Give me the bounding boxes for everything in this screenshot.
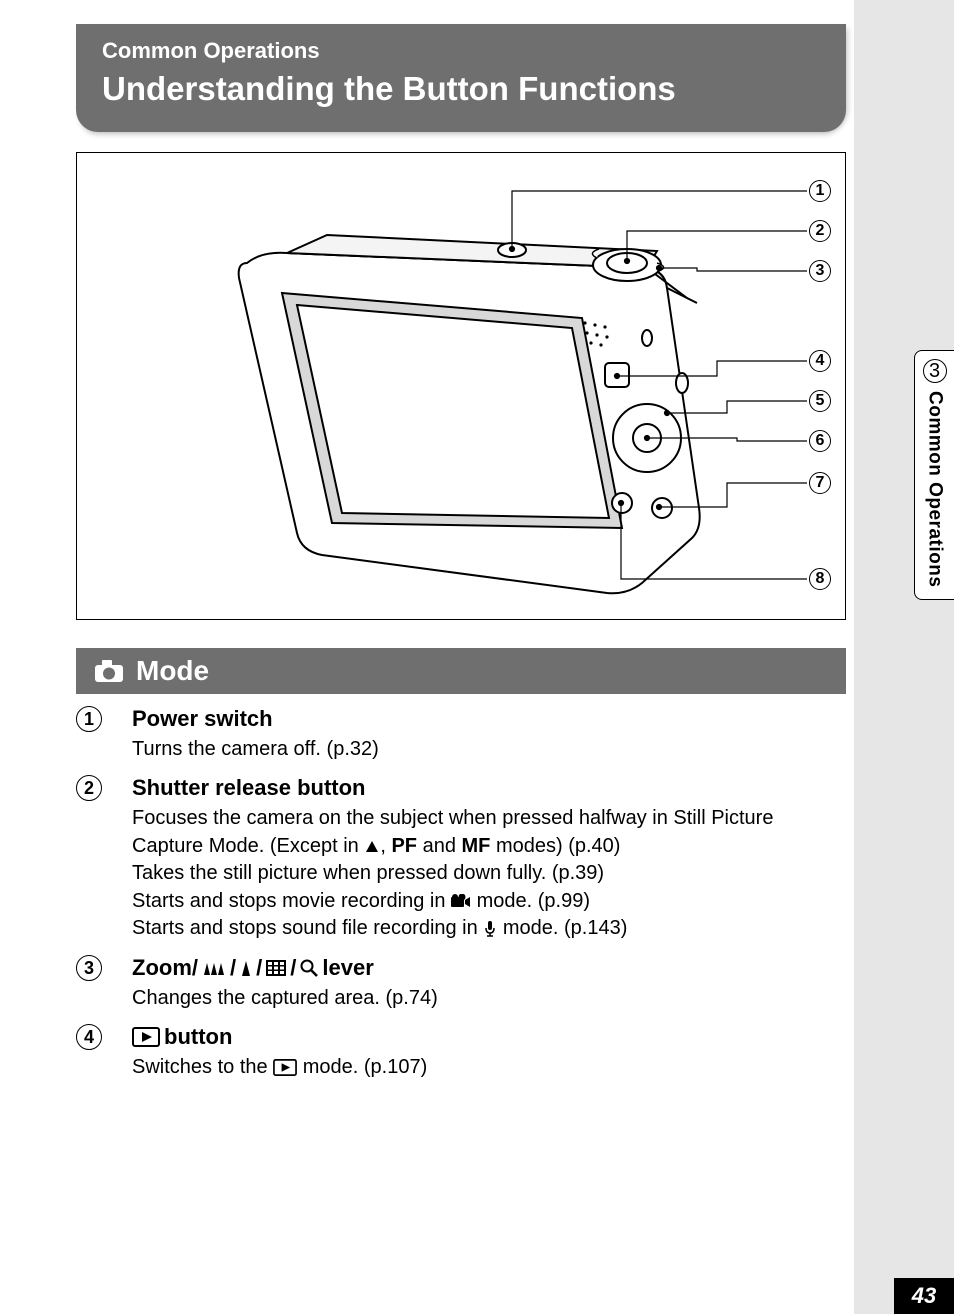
function-list: 1 Power switch Turns the camera off. (p.… bbox=[76, 704, 846, 1092]
camera-mode-icon bbox=[94, 659, 124, 683]
desc-text: mode. bbox=[471, 890, 538, 912]
title-text: / bbox=[256, 953, 262, 983]
page-ref: (p.39) bbox=[552, 862, 604, 884]
side-column: 3 Common Operations bbox=[854, 0, 954, 1314]
chapter-label: Common Operations bbox=[924, 391, 946, 587]
callout-7: 7 bbox=[809, 472, 831, 494]
function-item-1: 1 Power switch Turns the camera off. (p.… bbox=[76, 704, 846, 763]
page-ref: (p.32) bbox=[327, 738, 379, 760]
mode-section-header: Mode bbox=[76, 648, 846, 694]
desc-text: Starts and stops sound file recording in bbox=[132, 917, 483, 939]
item-title: Power switch bbox=[132, 704, 846, 734]
callout-8: 8 bbox=[809, 568, 831, 590]
title-text: / bbox=[290, 953, 296, 983]
title-text: Zoom/ bbox=[132, 953, 198, 983]
page-ref: (p.143) bbox=[564, 917, 627, 939]
chapter-number: 3 bbox=[923, 359, 947, 383]
function-item-3: 3 Zoom/ / / / lever Changes the captured… bbox=[76, 953, 846, 1012]
camera-diagram: 1 2 3 4 5 6 7 8 bbox=[76, 152, 846, 620]
zoom-wide-icon bbox=[202, 960, 226, 976]
chapter-tab: 3 Common Operations bbox=[914, 350, 954, 600]
desc-text: mode. bbox=[497, 917, 564, 939]
page-ref: (p.99) bbox=[538, 890, 590, 912]
camera-illustration bbox=[77, 153, 847, 621]
item-number: 2 bbox=[76, 775, 102, 801]
page-ref: (p.107) bbox=[364, 1056, 427, 1078]
item-desc: Switches to the mode. (p.107) bbox=[132, 1054, 846, 1082]
mf-mode: MF bbox=[462, 835, 491, 857]
item-desc: Changes the captured area. (p.74) bbox=[132, 985, 846, 1013]
page-ref: (p.40) bbox=[568, 835, 620, 857]
function-item-2: 2 Shutter release button Focuses the cam… bbox=[76, 773, 846, 943]
desc-text: Starts and stops movie recording in bbox=[132, 890, 451, 912]
desc-text: Changes the captured area. bbox=[132, 987, 386, 1009]
desc-text: and bbox=[417, 835, 461, 857]
item-title: Shutter release button bbox=[132, 773, 846, 803]
item-number: 3 bbox=[76, 955, 102, 981]
page-number: 43 bbox=[894, 1278, 954, 1314]
callout-4: 4 bbox=[809, 350, 831, 372]
page-title: Understanding the Button Functions bbox=[102, 70, 822, 108]
item-desc: Focuses the camera on the subject when p… bbox=[132, 805, 846, 943]
desc-text: Switches to the bbox=[132, 1056, 273, 1078]
desc-text: mode. bbox=[297, 1056, 364, 1078]
function-item-4: 4 button Switches to the mode. (p.107) bbox=[76, 1022, 846, 1081]
title-text: button bbox=[164, 1022, 232, 1052]
desc-text: Turns the camera off. bbox=[132, 738, 327, 760]
title-text: / bbox=[230, 953, 236, 983]
voice-mode-icon bbox=[483, 920, 497, 938]
playback-icon bbox=[132, 1027, 160, 1047]
callout-1: 1 bbox=[809, 180, 831, 202]
callout-6: 6 bbox=[809, 430, 831, 452]
item-desc: Turns the camera off. (p.32) bbox=[132, 736, 846, 764]
callout-3: 3 bbox=[809, 260, 831, 282]
mountain-icon bbox=[364, 839, 380, 853]
desc-text: Takes the still picture when pressed dow… bbox=[132, 862, 552, 884]
page-ref: (p.74) bbox=[386, 987, 438, 1009]
magnify-icon bbox=[300, 959, 318, 977]
callout-2: 2 bbox=[809, 220, 831, 242]
item-number: 1 bbox=[76, 706, 102, 732]
item-title: button bbox=[132, 1022, 846, 1052]
playback-icon bbox=[273, 1059, 297, 1076]
thumbnail-icon bbox=[266, 960, 286, 976]
title-banner: Common Operations Understanding the Butt… bbox=[76, 24, 846, 132]
item-title: Zoom/ / / / lever bbox=[132, 953, 846, 983]
callout-5: 5 bbox=[809, 390, 831, 412]
desc-text: modes) bbox=[490, 835, 568, 857]
desc-text: , bbox=[380, 835, 391, 857]
title-text: lever bbox=[322, 953, 373, 983]
zoom-tele-icon bbox=[240, 959, 252, 977]
pf-mode: PF bbox=[391, 835, 417, 857]
section-subtitle: Common Operations bbox=[102, 38, 822, 64]
item-number: 4 bbox=[76, 1024, 102, 1050]
movie-mode-icon bbox=[451, 894, 471, 908]
mode-label: Mode bbox=[136, 655, 209, 687]
